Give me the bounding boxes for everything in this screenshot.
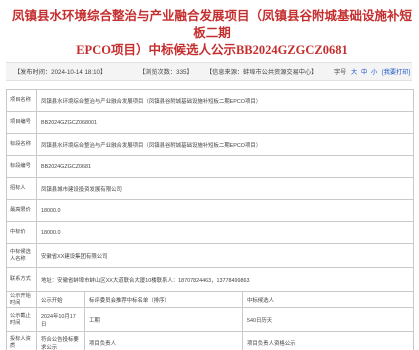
row-value: 符合公告投标要求公示 xyxy=(36,331,85,350)
print-button[interactable]: [我要打印] xyxy=(382,67,410,76)
table-row: 标段名称 凤镇县水环境综合整治与产业融合发展项目（凤镇县谷附城基础设施补短板二期… xyxy=(6,133,414,156)
table-row: 中标候选人名称 安徽省XX建设集团有限公司 xyxy=(6,243,414,268)
table-row: 项目名称 凤镇县水环境综合整治与产业融合发展项目（凤镇县谷附城基础设施补短板二期… xyxy=(6,89,414,112)
row-label: 项目编号 xyxy=(6,111,37,134)
meta-bar: 【发布时间：2024-10-14 18:10】 【浏览次数：335】 【信息来源… xyxy=(6,62,412,81)
row-label: 项目名称 xyxy=(6,89,37,112)
table-row: 标段编号 BB2024GZGCZ0681 xyxy=(6,155,414,178)
row-value: 安徽省XX建设集团有限公司 xyxy=(36,243,414,268)
row-value-2: 540日历天 xyxy=(242,307,414,332)
font-small-option[interactable]: 小 xyxy=(371,67,377,76)
info-table: 项目名称 凤镇县水环境综合整治与产业融合发展项目（凤镇县谷附城基础设施补短板二期… xyxy=(6,89,414,350)
table-row: 招标人 凤镇县城市建设投资发展有限公司 xyxy=(6,177,414,200)
row-label: 联系方式 xyxy=(6,267,37,292)
info-source: 【信息来源：蚌埠市公共资源交易中心】 xyxy=(206,69,318,76)
table-row: 中标价 18000.0 xyxy=(6,221,414,244)
row-label: 公示截止时间 xyxy=(6,307,37,332)
row-label: 标段名称 xyxy=(6,133,37,156)
title-line-2: EPCO项目）中标候选人公示BB2024GZGCZ0681 xyxy=(76,43,348,57)
font-medium-option[interactable]: 中 xyxy=(361,67,367,76)
row-label: 招标人 xyxy=(6,177,37,200)
row-label: 公示开始时间 xyxy=(6,291,37,308)
row-label: 投标人资质 xyxy=(6,331,37,350)
row-value-2: 项目负责人资格公示 xyxy=(242,331,414,350)
table-row: 投标人资质 符合公告投标要求公示 项目负责人 项目负责人资格公示 xyxy=(6,331,414,350)
table-row: 最高限价 18000.0 xyxy=(6,199,414,222)
row-label: 中标价 xyxy=(6,221,37,244)
font-size-label: 字号 xyxy=(334,69,347,76)
row-value: 2024年10月17日 xyxy=(36,307,85,332)
row-label: 最高限价 xyxy=(6,199,37,222)
row-value: BB2024GZGCZ0681 xyxy=(36,155,414,178)
page-title: 凤镇县水环境综合整治与产业融合发展项目（凤镇县谷附城基础设施补短板二期 EPCO… xyxy=(12,8,412,59)
table-row: 公示开始时间 公示开始 标评委员会推荐中标名单（排序） 中标候选人 xyxy=(6,291,414,308)
row-value: 地址：安徽省蚌埠市蚌山区XX大道联合大厦10楼联系人：18707824463，1… xyxy=(36,267,414,292)
row-label-2: 标评委员会推荐中标名单（排序） xyxy=(84,291,243,308)
table-row: 公示截止时间 2024年10月17日 工期 540日历天 xyxy=(6,307,414,332)
title-line-1: 凤镇县水环境综合整治与产业融合发展项目（凤镇县谷附城基础设施补短板二期 xyxy=(12,9,413,40)
row-value: 凤镇县水环境综合整治与产业融合发展项目（凤镇县谷附城基础设施补短板二期EPCO项… xyxy=(36,133,414,156)
table-row: 联系方式 地址：安徽省蚌埠市蚌山区XX大道联合大厦10楼联系人：18707824… xyxy=(6,267,414,292)
publish-time: 【发布时间：2024-10-14 18:10】 xyxy=(14,69,107,76)
table-row: 项目编号 BB2024GZGCZ068001 xyxy=(6,111,414,134)
font-large-option[interactable]: 大 xyxy=(351,67,357,76)
row-value: 18000.0 xyxy=(36,199,414,222)
row-label-2: 项目负责人 xyxy=(84,331,243,350)
row-value: 18000.0 xyxy=(36,221,414,244)
row-value: 凤镇县水环境综合整治与产业融合发展项目（凤镇县谷附城基础设施补短板二期EPCO项… xyxy=(36,89,414,112)
row-value: BB2024GZGCZ068001 xyxy=(36,111,414,134)
row-value-2: 中标候选人 xyxy=(242,291,414,308)
row-label: 标段编号 xyxy=(6,155,37,178)
view-count: 【浏览次数：335】 xyxy=(139,69,193,76)
row-value: 凤镇县城市建设投资发展有限公司 xyxy=(36,177,414,200)
page: { "header": { "title_line1": "凤镇县水环境综合整治… xyxy=(0,0,419,350)
row-label: 中标候选人名称 xyxy=(6,243,37,268)
row-label-2: 工期 xyxy=(84,307,243,332)
row-value: 公示开始 xyxy=(36,291,85,308)
